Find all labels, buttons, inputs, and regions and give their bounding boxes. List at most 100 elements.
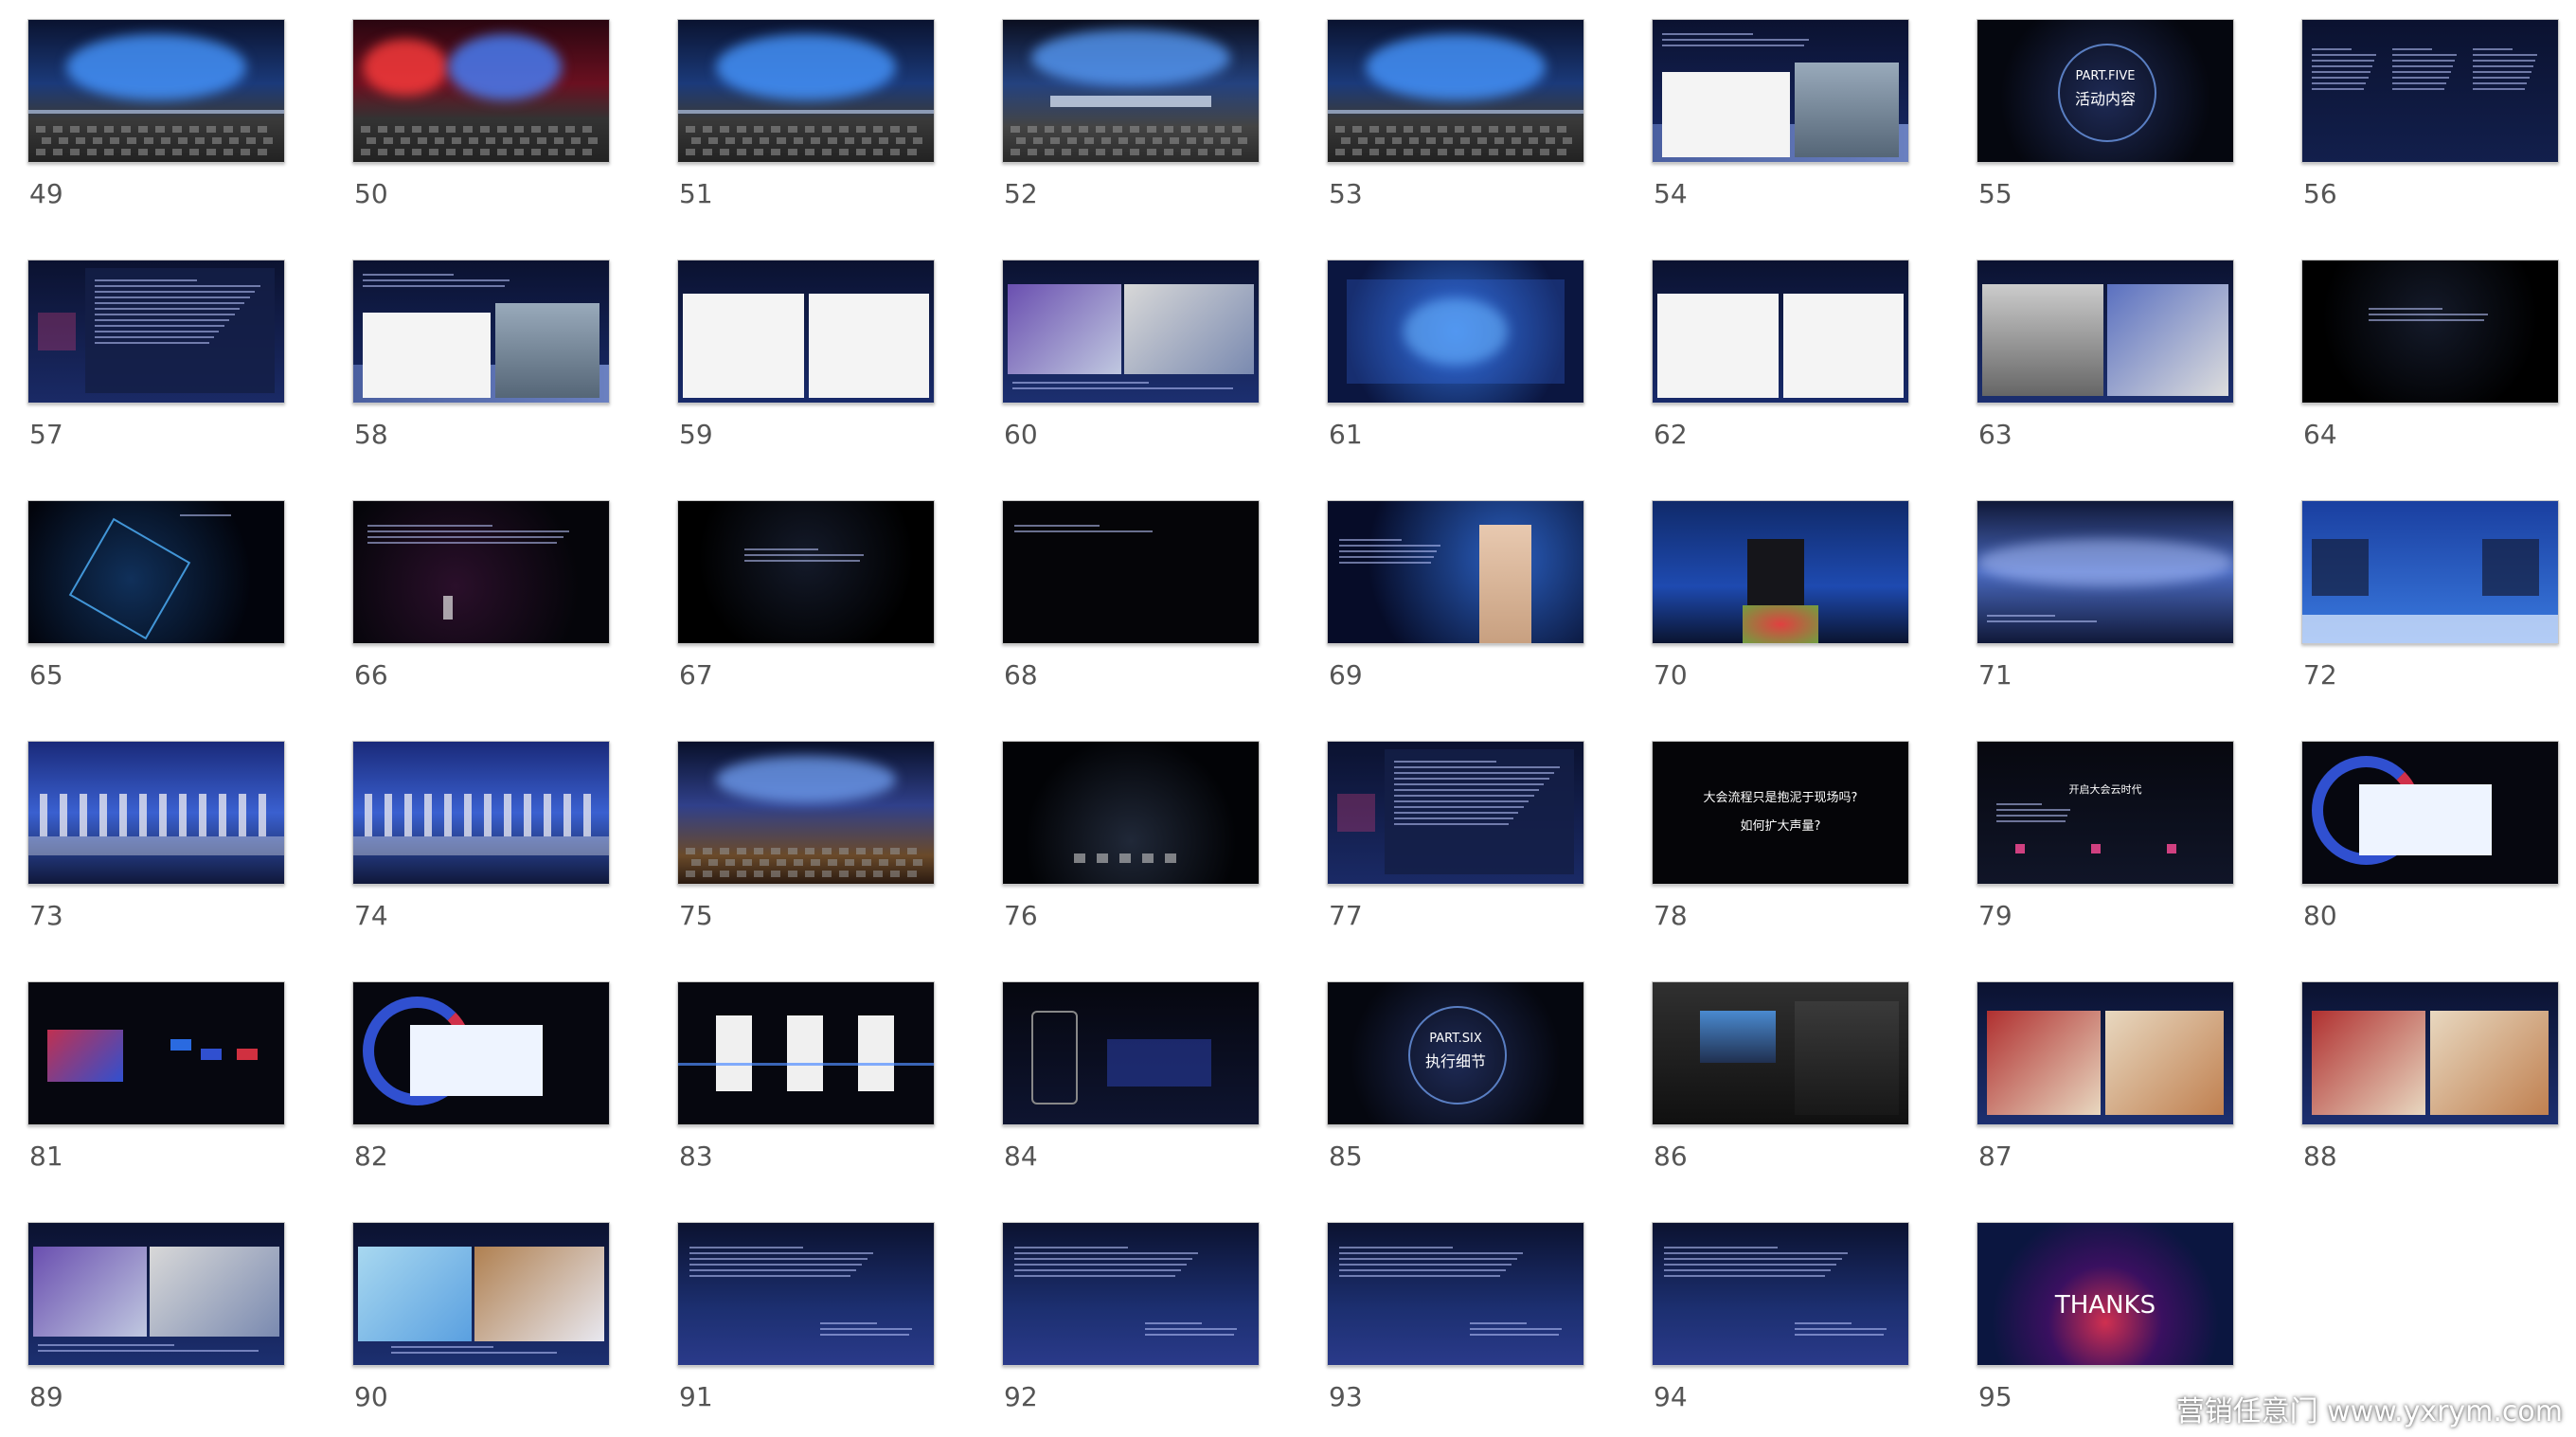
slide-number: 74 bbox=[354, 900, 388, 931]
person bbox=[385, 794, 392, 836]
slide-number: 82 bbox=[354, 1141, 388, 1172]
slide-thumbnail-55[interactable]: PART.FIVE 活动内容 55 bbox=[1977, 19, 2234, 227]
seat bbox=[1016, 137, 1026, 144]
slide-thumbnail-80[interactable]: 80 bbox=[2301, 741, 2559, 949]
slide-sorter-grid: 49 50 51 52 53 54 PART.FIVE 活动内容 55 56 57 58 59 60 61 6… bbox=[0, 0, 2576, 1437]
slide-thumbnail-78[interactable]: 大会流程只是抱泥于现场吗? 如何扩大声量? 78 bbox=[1652, 741, 1909, 949]
slide-thumbnail-62[interactable]: 62 bbox=[1652, 260, 1909, 468]
slide-thumbnail-65[interactable]: 65 bbox=[27, 500, 285, 709]
slide-thumbnail-60[interactable]: 60 bbox=[1002, 260, 1260, 468]
seat bbox=[822, 848, 832, 854]
slide-thumbnail-85[interactable]: PART.SIX 执行细节 85 bbox=[1327, 981, 1584, 1190]
slide-thumbnail-61[interactable]: 61 bbox=[1327, 260, 1584, 468]
seat bbox=[742, 859, 752, 866]
seat bbox=[691, 859, 701, 866]
product-photo bbox=[2105, 1011, 2224, 1115]
seat bbox=[896, 137, 905, 144]
seat bbox=[1147, 149, 1156, 155]
light-glow bbox=[448, 34, 562, 100]
slide-thumbnail-51[interactable]: 51 bbox=[677, 19, 935, 227]
slide-thumbnail-57[interactable]: 57 bbox=[27, 260, 285, 468]
slide-thumbnail-53[interactable]: 53 bbox=[1327, 19, 1584, 227]
seat bbox=[588, 137, 598, 144]
slide-thumbnail-93[interactable]: 93 bbox=[1327, 1222, 1584, 1430]
seat bbox=[1147, 126, 1156, 133]
slide-preview bbox=[1652, 500, 1909, 644]
slide-thumbnail-70[interactable]: 70 bbox=[1652, 500, 1909, 709]
seat bbox=[708, 859, 718, 866]
slide-thumbnail-74[interactable]: 74 bbox=[352, 741, 610, 949]
slide-preview bbox=[1977, 981, 2234, 1125]
seat bbox=[737, 149, 746, 155]
seat bbox=[703, 848, 712, 854]
slide-thumbnail-89[interactable]: 89 bbox=[27, 1222, 285, 1430]
slide-thumbnail-56[interactable]: 56 bbox=[2301, 19, 2559, 227]
seat bbox=[754, 126, 763, 133]
slide-thumbnail-79[interactable]: 开启大会云时代 79 bbox=[1977, 741, 2234, 949]
seat bbox=[554, 137, 564, 144]
slide-thumbnail-58[interactable]: 58 bbox=[352, 260, 610, 468]
slide-preview bbox=[1002, 981, 1260, 1125]
seat bbox=[691, 137, 701, 144]
image-placeholder bbox=[363, 313, 491, 398]
slide-thumbnail-49[interactable]: 49 bbox=[27, 19, 285, 227]
person bbox=[544, 794, 551, 836]
seat bbox=[571, 137, 581, 144]
slide-thumbnail-83[interactable]: 83 bbox=[677, 981, 935, 1190]
slide-thumbnail-63[interactable]: 63 bbox=[1977, 260, 2234, 468]
seat bbox=[1529, 137, 1538, 144]
slide-thumbnail-86[interactable]: 86 bbox=[1652, 981, 1909, 1190]
slide-thumbnail-84[interactable]: 84 bbox=[1002, 981, 1260, 1190]
slide-thumbnail-69[interactable]: 69 bbox=[1327, 500, 1584, 709]
slide-preview bbox=[1327, 500, 1584, 644]
slide-thumbnail-91[interactable]: 91 bbox=[677, 1222, 935, 1430]
slide-thumbnail-76[interactable]: 76 bbox=[1002, 741, 1260, 949]
slide-thumbnail-71[interactable]: 71 bbox=[1977, 500, 2234, 709]
image-placeholder bbox=[1783, 294, 1904, 398]
slide-thumbnail-59[interactable]: 59 bbox=[677, 260, 935, 468]
seat bbox=[805, 848, 814, 854]
seat bbox=[76, 137, 85, 144]
slide-thumbnail-82[interactable]: 82 bbox=[352, 981, 610, 1190]
slide-number: 84 bbox=[1004, 1141, 1038, 1172]
photo bbox=[150, 1247, 279, 1337]
slide-thumbnail-81[interactable]: 81 bbox=[27, 981, 285, 1190]
slide-thumbnail-87[interactable]: 87 bbox=[1977, 981, 2234, 1190]
seat bbox=[1062, 126, 1071, 133]
seat bbox=[258, 149, 267, 155]
slide-thumbnail-50[interactable]: 50 bbox=[352, 19, 610, 227]
seat bbox=[805, 149, 814, 155]
slide-thumbnail-88[interactable]: 88 bbox=[2301, 981, 2559, 1190]
seat bbox=[1540, 126, 1549, 133]
logo-block bbox=[38, 313, 76, 350]
slide-thumbnail-73[interactable]: 73 bbox=[27, 741, 285, 949]
slide-thumbnail-75[interactable]: 75 bbox=[677, 741, 935, 949]
slide-thumbnail-94[interactable]: 94 bbox=[1652, 1222, 1909, 1430]
seat bbox=[1352, 149, 1362, 155]
slide-number: 79 bbox=[1978, 900, 2012, 931]
slide-thumbnail-52[interactable]: 52 bbox=[1002, 19, 1260, 227]
slide-number: 62 bbox=[1654, 419, 1688, 450]
slide-thumbnail-67[interactable]: 67 bbox=[677, 500, 935, 709]
slide-thumbnail-72[interactable]: 72 bbox=[2301, 500, 2559, 709]
seat bbox=[1118, 137, 1128, 144]
slide-thumbnail-77[interactable]: 77 bbox=[1327, 741, 1584, 949]
seat bbox=[418, 137, 427, 144]
slide-thumbnail-68[interactable]: 68 bbox=[1002, 500, 1260, 709]
slide-number: 52 bbox=[1004, 178, 1038, 209]
slide-number: 55 bbox=[1978, 178, 2012, 209]
seat bbox=[686, 126, 695, 133]
text-lines bbox=[38, 1344, 265, 1356]
seat bbox=[361, 149, 370, 155]
seat bbox=[873, 149, 883, 155]
slide-thumbnail-66[interactable]: 66 bbox=[352, 500, 610, 709]
slide-number: 80 bbox=[2303, 900, 2337, 931]
slide-number: 92 bbox=[1004, 1381, 1038, 1412]
seat bbox=[1455, 126, 1464, 133]
slide-thumbnail-54[interactable]: 54 bbox=[1652, 19, 1909, 227]
slide-thumbnail-64[interactable]: 64 bbox=[2301, 260, 2559, 468]
slide-number: 50 bbox=[354, 178, 388, 209]
slide-number: 86 bbox=[1654, 1141, 1688, 1172]
slide-thumbnail-90[interactable]: 90 bbox=[352, 1222, 610, 1430]
slide-thumbnail-92[interactable]: 92 bbox=[1002, 1222, 1260, 1430]
